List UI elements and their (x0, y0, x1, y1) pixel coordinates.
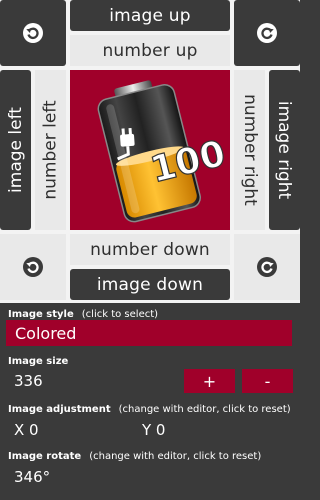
image-up-button[interactable]: image up (70, 0, 230, 31)
image-adjustment-hint: (change with editor, click to reset) (118, 404, 291, 415)
image-rotate-heading: Image rotate (change with editor, click t… (8, 451, 261, 462)
number-up-label: number up (102, 40, 198, 61)
image-adjustment-title: Image adjustment (8, 404, 111, 415)
image-down-label: image down (96, 274, 204, 295)
image-rotate-title: Image rotate (8, 451, 82, 462)
rotate-cw-icon (257, 23, 277, 43)
image-size-value: 336 (14, 372, 43, 390)
size-increase-button[interactable]: + (184, 369, 235, 393)
rotate-cw-top-button[interactable] (234, 0, 300, 66)
image-style-title: Image style (8, 309, 74, 320)
image-style-heading: Image style (click to select) (8, 309, 158, 320)
rotate-ccw-icon (23, 23, 43, 43)
number-up-button[interactable]: number up (70, 35, 230, 66)
image-right-button[interactable]: image right (269, 70, 300, 230)
image-size-title: Image size (8, 356, 69, 367)
rotate-ccw-icon (23, 257, 43, 277)
image-rotate-hint: (change with editor, click to reset) (89, 451, 262, 462)
rotate-ccw-bottom-button[interactable] (0, 234, 66, 300)
rotate-ccw-top-button[interactable] (0, 0, 66, 66)
rotate-cw-icon (257, 257, 277, 277)
number-down-button[interactable]: number down (70, 234, 230, 265)
image-left-label: image left (5, 107, 26, 193)
number-down-label: number down (90, 239, 210, 260)
battery-charging-icon: 100 (97, 80, 230, 223)
number-right-button[interactable]: number right (234, 70, 265, 230)
image-adjustment-heading: Image adjustment (change with editor, cli… (8, 404, 291, 415)
image-style-hint: (click to select) (81, 309, 159, 320)
rotate-cw-bottom-button[interactable] (234, 234, 300, 300)
adjustment-y-value[interactable]: Y 0 (142, 421, 165, 439)
image-size-heading: Image size (8, 356, 68, 367)
image-up-label: image up (109, 5, 191, 26)
adjustment-x-value[interactable]: X 0 (14, 421, 39, 439)
number-right-label: number right (239, 94, 260, 206)
number-left-label: number left (40, 100, 61, 200)
image-down-button[interactable]: image down (70, 269, 230, 300)
image-preview: 100 (70, 70, 230, 230)
minus-label: - (264, 371, 271, 391)
layout-editor: image up number up image left number lef… (0, 0, 300, 303)
image-left-button[interactable]: image left (0, 70, 31, 230)
image-style-select[interactable]: Colored (6, 320, 292, 346)
plus-label: + (202, 371, 217, 391)
settings-panel: Image style (click to select) Colored Ima… (0, 303, 300, 500)
image-style-value: Colored (15, 323, 77, 343)
image-right-label: image right (274, 100, 295, 200)
image-rotate-value[interactable]: 346° (14, 468, 50, 486)
number-left-button[interactable]: number left (35, 70, 66, 230)
size-decrease-button[interactable]: - (242, 369, 293, 393)
